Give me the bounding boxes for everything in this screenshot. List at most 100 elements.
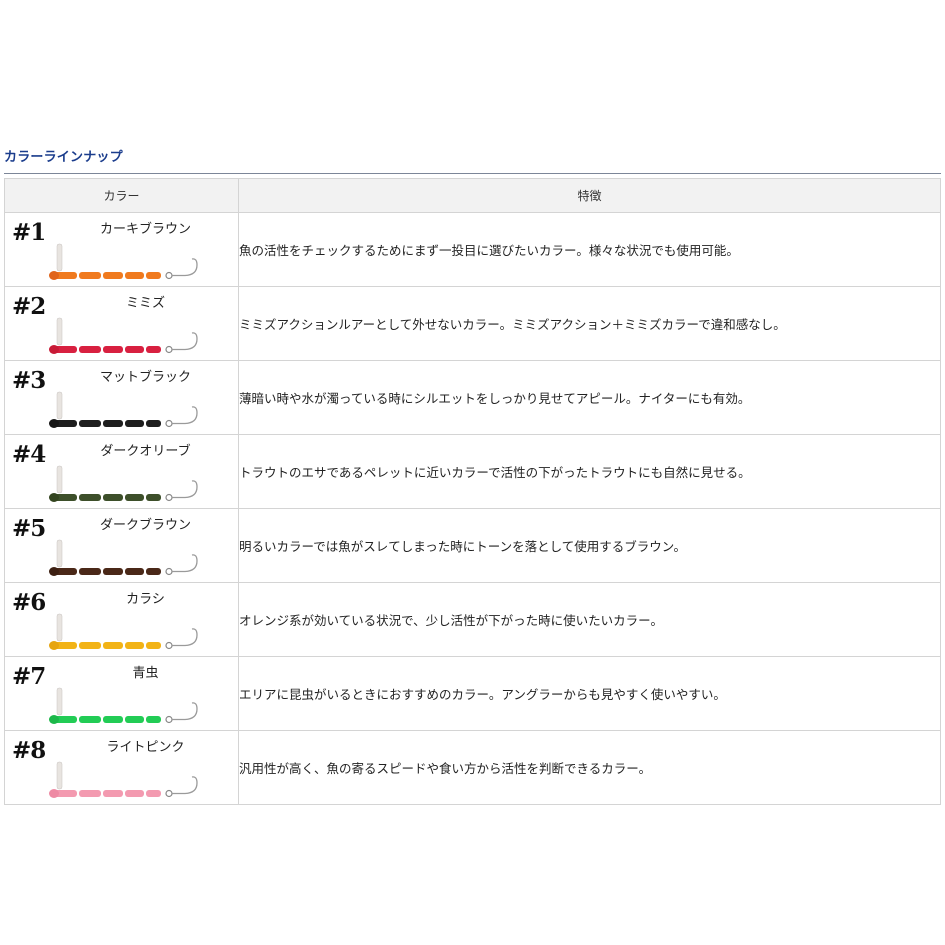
hook-icon xyxy=(172,554,198,573)
hook-icon xyxy=(172,332,198,351)
color-name: ダークオリーブ xyxy=(100,444,191,459)
lure-ring xyxy=(165,271,173,280)
lure-body-segment xyxy=(146,346,161,353)
hook-icon xyxy=(172,702,198,721)
color-name: マットブラック xyxy=(99,370,191,385)
lure-head xyxy=(49,567,59,576)
feature-text: 魚の活性をチェックするためにまず一投目に選びたいカラー。様々な状況でも使用可能。 xyxy=(238,212,941,287)
lure-body-segment xyxy=(103,272,123,279)
color-name: ミミズ xyxy=(125,296,165,311)
lure-tail xyxy=(56,613,63,642)
lure-body-segment xyxy=(79,272,101,279)
color-number: #7 xyxy=(12,663,46,690)
hook-icon xyxy=(172,480,198,499)
lure-body-segment xyxy=(146,568,161,575)
section-title: カラーラインナップ xyxy=(4,150,123,165)
lure-body-segment xyxy=(146,420,161,427)
color-cell: #6 カラシ xyxy=(4,582,239,657)
feature-text: トラウトのエサであるペレットに近いカラーで活性の下がったトラウトにも自然に見せる… xyxy=(238,434,941,509)
lure-image xyxy=(49,465,198,502)
lure-body-segment xyxy=(125,790,144,797)
feature-text: 明るいカラーでは魚がスレてしまった時にトーンを落として使用するブラウン。 xyxy=(238,508,941,583)
lure-body-segment xyxy=(146,494,161,501)
table-header-row: カラー 特徴 xyxy=(4,178,941,213)
table-row: #6 カラシ オレンジ系が効いている状況で、少し活性が下がった時に使いたいカラー。 xyxy=(4,582,941,657)
lure-body-segment xyxy=(146,272,161,279)
lure-body-segment xyxy=(79,642,101,649)
lure-body-segment xyxy=(146,716,161,723)
lure-body-segment xyxy=(103,346,123,353)
lure-tail xyxy=(56,243,63,272)
color-cell: #5 ダークブラウン xyxy=(4,508,239,583)
color-cell: #1 カーキブラウン xyxy=(4,212,239,287)
lure-head xyxy=(49,345,59,354)
color-name: ライトピンク xyxy=(106,740,185,755)
lure-head xyxy=(49,419,59,428)
lure-body-segment xyxy=(125,346,144,353)
lure-head xyxy=(49,493,59,502)
lure-body-segment xyxy=(79,420,101,427)
color-name: カラシ xyxy=(126,592,165,607)
table-row: #1 カーキブラウン 魚の活性をチェックするためにまず一投目に選びたいカラー。様々な… xyxy=(4,212,941,287)
lure-ring xyxy=(165,567,173,576)
hook-icon xyxy=(172,258,198,277)
lure-body-segment xyxy=(125,272,144,279)
color-name: 青虫 xyxy=(132,666,159,681)
table-row: #8 ライトピンク 汎用性が高く、魚の寄るスピードや食い方から活性を判断できるカラー… xyxy=(4,730,941,805)
lure-tail xyxy=(56,761,63,790)
lure-image xyxy=(49,243,198,280)
lure-body-segment xyxy=(125,494,144,501)
title-divider xyxy=(4,173,941,174)
lure-body-segment xyxy=(79,346,101,353)
lure-image xyxy=(49,687,198,724)
header-features: 特徴 xyxy=(238,178,941,213)
lure-body-segment xyxy=(79,494,101,501)
color-number: #3 xyxy=(12,367,46,394)
lure-body-segment xyxy=(103,716,123,723)
feature-text: エリアに昆虫がいるときにおすすめのカラー。アングラーからも見やすく使いやすい。 xyxy=(238,656,941,731)
lure-ring xyxy=(165,419,173,428)
color-cell: #7 青虫 xyxy=(4,656,239,731)
table-row: #4 ダークオリーブ トラウトのエサであるペレットに近いカラーで活性の下がったトラウ… xyxy=(4,434,941,509)
color-cell: #8 ライトピンク xyxy=(4,730,239,805)
hook-icon xyxy=(172,406,198,425)
feature-text: 汎用性が高く、魚の寄るスピードや食い方から活性を判断できるカラー。 xyxy=(238,730,941,805)
page: カラーラインナップ カラー 特徴 #1 カーキブラウン 魚の活性をチェックするために… xyxy=(0,0,945,945)
lure-body-segment xyxy=(103,790,123,797)
lure-ring xyxy=(165,493,173,502)
lure-head xyxy=(49,271,59,280)
lure-body-segment xyxy=(125,568,144,575)
table-row: #5 ダークブラウン 明るいカラーでは魚がスレてしまった時にトーンを落として使用する… xyxy=(4,508,941,583)
lure-ring xyxy=(165,345,173,354)
lure-body-segment xyxy=(79,568,101,575)
lure-body-segment xyxy=(79,716,101,723)
lure-body-segment xyxy=(79,790,101,797)
lure-image xyxy=(49,761,198,798)
lure-body-segment xyxy=(125,642,144,649)
lure-tail xyxy=(56,317,63,346)
lure-body-segment xyxy=(103,494,123,501)
lure-tail xyxy=(56,539,63,568)
table-row: #2 ミミズ ミミズアクションルアーとして外せないカラー。ミミズアクション＋ミミズカ… xyxy=(4,286,941,361)
color-number: #2 xyxy=(12,293,46,320)
lure-head xyxy=(49,715,59,724)
feature-text: 薄暗い時や水が濁っている時にシルエットをしっかり見せてアピール。ナイターにも有効… xyxy=(238,360,941,435)
lure-ring xyxy=(165,789,173,798)
hook-icon xyxy=(172,776,198,795)
lure-ring xyxy=(165,715,173,724)
lure-image xyxy=(49,391,198,428)
lure-image xyxy=(49,317,198,354)
lure-tail xyxy=(56,465,63,494)
lure-body-segment xyxy=(103,568,123,575)
table-row: #7 青虫 エリアに昆虫がいるときにおすすめのカラー。アングラーからも見やすく使いや… xyxy=(4,656,941,731)
color-number: #8 xyxy=(12,737,46,764)
color-cell: #4 ダークオリーブ xyxy=(4,434,239,509)
lure-image xyxy=(49,613,198,650)
color-number: #4 xyxy=(12,441,46,468)
feature-text: オレンジ系が効いている状況で、少し活性が下がった時に使いたいカラー。 xyxy=(238,582,941,657)
header-color: カラー xyxy=(4,178,239,213)
color-lineup-table: カラー 特徴 #1 カーキブラウン 魚の活性をチェックするためにまず一投目に選びたい… xyxy=(4,178,941,805)
table-row: #3 マットブラック 薄暗い時や水が濁っている時にシルエットをしっかり見せてアピール… xyxy=(4,360,941,435)
lure-tail xyxy=(56,391,63,420)
feature-text: ミミズアクションルアーとして外せないカラー。ミミズアクション＋ミミズカラーで違和… xyxy=(238,286,941,361)
